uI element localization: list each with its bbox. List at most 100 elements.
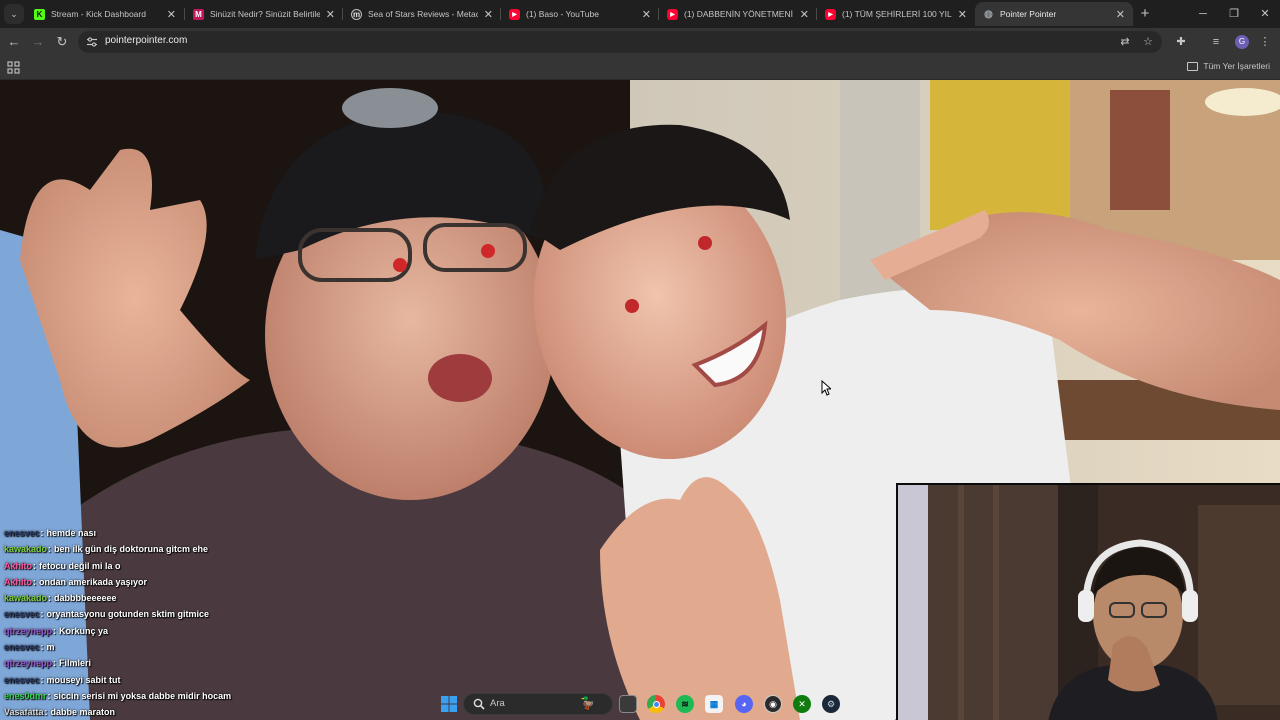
arrow-left-icon: ← xyxy=(7,34,21,49)
chat-username: enesvec xyxy=(4,642,40,653)
tab-youtube-dabbe[interactable]: ▶ (1) DABBENİN YÖNETMENİ NE ✕ xyxy=(659,2,817,26)
chat-username: enesvec xyxy=(4,609,40,620)
tab-strip: ⌄ K Stream - Kick Dashboard ✕ M Sinüzit … xyxy=(0,0,1280,28)
taskbar-search[interactable]: Ara 🦆 xyxy=(463,693,613,715)
minimize-button[interactable]: ─ xyxy=(1193,4,1213,24)
steam-icon[interactable]: ⚙ xyxy=(822,695,840,713)
close-tab-icon[interactable]: ✕ xyxy=(326,8,335,21)
tab-youtube-baso[interactable]: ▶ (1) Baso - YouTube ✕ xyxy=(501,2,659,26)
chevron-down-icon: ⌄ xyxy=(10,8,18,19)
address-bar[interactable]: pointerpointer.com ⇄ ☆ xyxy=(78,31,1162,53)
apps-grid-icon[interactable] xyxy=(7,61,20,74)
youtube-icon: ▶ xyxy=(509,8,520,20)
chat-text: oryantasyonu gotunden sktim gitmice xyxy=(46,609,210,620)
tab-title: (1) Baso - YouTube xyxy=(526,9,599,19)
close-tab-icon[interactable]: ✕ xyxy=(800,8,809,21)
url-text[interactable]: pointerpointer.com xyxy=(105,35,187,46)
chat-message: qtrzeynepp: Korkunç ya xyxy=(4,625,109,636)
spotify-icon[interactable]: ≋ xyxy=(676,695,694,713)
chat-text: mouseyi sabit tut xyxy=(46,674,121,685)
close-tab-icon[interactable]: ✕ xyxy=(484,8,493,21)
microsoft-store-icon[interactable]: ▦ xyxy=(705,695,723,713)
folder-icon xyxy=(1187,61,1199,71)
close-window-button[interactable]: ✕ xyxy=(1255,4,1275,24)
profile-avatar[interactable]: G xyxy=(1235,35,1249,49)
bookmark-star-icon[interactable]: ☆ xyxy=(1141,35,1155,49)
obs-icon[interactable]: ◉ xyxy=(764,695,782,713)
metacritic-icon: m xyxy=(351,8,362,20)
chat-message: kawakado: ben ilk gün diş doktoruna gitcm… xyxy=(4,544,209,555)
chat-username: kawakado xyxy=(4,544,48,555)
discord-icon[interactable]: ◕ xyxy=(735,695,753,713)
chat-message: enesvec: m xyxy=(4,642,55,653)
chat-message: enesvec: mouseyi sabit tut xyxy=(4,674,121,685)
chat-text: Filmleri xyxy=(59,658,92,669)
chat-text: m xyxy=(46,642,55,653)
chat-username: qtrzeynepp xyxy=(4,658,53,669)
chat-text: Korkunç ya xyxy=(59,625,109,636)
chat-text: fetocu değil mi la o xyxy=(39,560,121,571)
tab-title: (1) TÜM ŞEHİRLERİ 100 YIL BO xyxy=(842,9,952,19)
restore-button[interactable]: ❐ xyxy=(1224,4,1244,24)
tab-title: Stream - Kick Dashboard xyxy=(51,9,146,19)
site-settings-icon[interactable] xyxy=(86,36,98,48)
chat-message: Akhito: ondan amerikada yaşıyor xyxy=(4,576,148,587)
xbox-icon[interactable]: ✕ xyxy=(793,695,811,713)
tab-pointer-pointer[interactable]: ◍ Pointer Pointer ✕ xyxy=(975,2,1133,26)
back-button[interactable]: ← xyxy=(4,32,24,52)
mouse-cursor-icon xyxy=(821,380,831,396)
restore-icon: ❐ xyxy=(1229,8,1239,20)
chat-text: ben ilk gün diş doktoruna gitcm ehe xyxy=(54,544,209,555)
tab-kick-dashboard[interactable]: K Stream - Kick Dashboard ✕ xyxy=(26,2,184,26)
chat-username: enesvec xyxy=(4,674,40,685)
task-view-icon[interactable] xyxy=(619,695,637,713)
windows-start-icon[interactable] xyxy=(440,695,458,713)
close-tab-icon[interactable]: ✕ xyxy=(958,8,967,21)
bookmarks-bar: Tüm Yer İşaretleri xyxy=(0,56,1280,80)
browser-toolbar: ← → ↻ pointerpointer.com ⇄ ☆ ✚ ≡ G ⋮ xyxy=(0,28,1280,56)
tab-sinuzit[interactable]: M Sinüzit Nedir? Sinüzit Belirtileri ✕ xyxy=(185,2,343,26)
windows-logo-icon xyxy=(441,696,457,712)
webcam-feed xyxy=(898,485,1280,720)
chat-message: enesvec: oryantasyonu gotunden sktim gitm… xyxy=(4,609,210,620)
chat-username: kawakado xyxy=(4,593,48,604)
tab-youtube-sehirler[interactable]: ▶ (1) TÜM ŞEHİRLERİ 100 YIL BO ✕ xyxy=(817,2,975,26)
arrow-right-icon: → xyxy=(31,34,45,49)
tab-search-button[interactable]: ⌄ xyxy=(4,4,24,24)
chat-message: Akhito: fetocu değil mi la o xyxy=(4,560,121,571)
chat-text: hemde nası xyxy=(46,528,97,538)
close-tab-icon[interactable]: ✕ xyxy=(1116,8,1125,21)
close-tab-icon[interactable]: ✕ xyxy=(167,8,176,21)
close-icon: ✕ xyxy=(1260,8,1270,20)
search-icon xyxy=(473,698,485,710)
widgets-icon: 🦆 xyxy=(580,696,595,710)
chat-message: kawakado: dabbbbeeeeee xyxy=(4,593,117,604)
reload-button[interactable]: ↻ xyxy=(52,32,72,52)
globe-icon: ◍ xyxy=(984,8,993,20)
chat-username: qtrzeynepp xyxy=(4,625,53,636)
medical-site-icon: M xyxy=(193,8,204,20)
chat-text: dabbbbeeeeee xyxy=(54,593,117,604)
chat-text: ondan amerikada yaşıyor xyxy=(39,576,148,587)
chat-message: enesvec: hemde nası xyxy=(4,528,97,538)
all-bookmarks-button[interactable]: Tüm Yer İşaretleri xyxy=(1187,61,1270,71)
windows-taskbar: Ara 🦆 ≋ ▦ ◕ ◉ ✕ ⚙ xyxy=(0,688,896,720)
youtube-icon: ▶ xyxy=(667,8,678,20)
close-tab-icon[interactable]: ✕ xyxy=(642,8,651,21)
youtube-icon: ▶ xyxy=(825,8,836,20)
new-tab-button[interactable]: + xyxy=(1136,5,1154,23)
minimize-icon: ─ xyxy=(1199,8,1207,20)
all-bookmarks-label: Tüm Yer İşaretleri xyxy=(1203,61,1270,71)
forward-button[interactable]: → xyxy=(28,32,48,52)
translate-icon[interactable]: ⇄ xyxy=(1118,35,1132,49)
tab-metacritic[interactable]: m Sea of Stars Reviews - Metacritic ✕ xyxy=(343,2,501,26)
chat-username: Akhito xyxy=(4,576,32,587)
more-menu-icon[interactable]: ⋮ xyxy=(1257,34,1273,50)
chat-message: qtrzeynepp: Filmleri xyxy=(4,658,92,669)
tab-title: Sea of Stars Reviews - Metacritic xyxy=(368,9,478,19)
tab-title: (1) DABBENİN YÖNETMENİ NE xyxy=(684,9,794,19)
plus-icon: + xyxy=(1140,5,1150,22)
extensions-icon[interactable]: ✚ xyxy=(1173,34,1189,50)
media-controls-icon[interactable]: ≡ xyxy=(1208,34,1224,50)
chrome-icon[interactable] xyxy=(647,695,665,713)
